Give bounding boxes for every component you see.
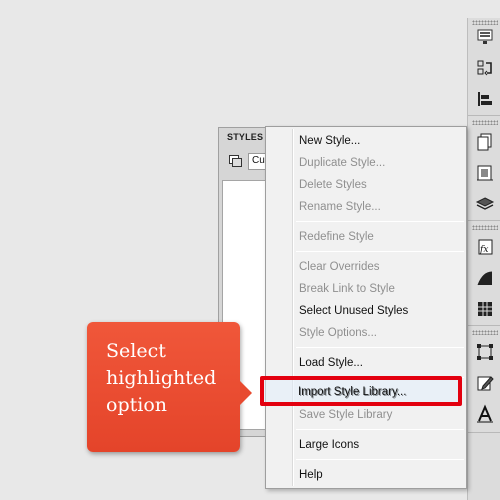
menu-separator [296, 251, 464, 252]
toolbar-grip[interactable] [472, 20, 498, 25]
links-icon[interactable] [475, 163, 495, 183]
layers-icon[interactable] [475, 194, 495, 214]
menu-item-select-unused[interactable]: Select Unused Styles [299, 305, 408, 317]
menu-item-break-link[interactable]: Break Link to Style [299, 283, 395, 295]
toolbar-grip[interactable] [472, 330, 498, 335]
menu-separator [296, 459, 464, 460]
menu-separator [296, 221, 464, 222]
style-type-icon[interactable] [229, 155, 243, 167]
edit-icon[interactable] [475, 373, 495, 393]
display-icon[interactable] [475, 27, 495, 47]
styles-context-menu: New Style... Duplicate Style... Delete S… [265, 126, 467, 489]
align-icon[interactable] [475, 89, 495, 109]
instruction-callout: Select highlighted option [87, 322, 252, 452]
menu-item-help[interactable]: Help [299, 469, 323, 481]
toolbar-grip[interactable] [472, 225, 498, 230]
menu-item-new-style[interactable]: New Style... [299, 135, 360, 147]
callout-text: Select highlighted option [106, 340, 217, 416]
transform-icon[interactable] [475, 58, 495, 78]
highlighted-item-label[interactable]: Import Style Library... [298, 386, 406, 398]
svg-text:fx: fx [479, 245, 488, 255]
right-toolbar: fx [467, 18, 500, 500]
menu-item-style-options[interactable]: Style Options... [299, 327, 377, 339]
panel-title: STYLES [227, 132, 264, 142]
menu-separator [296, 429, 464, 430]
character-icon[interactable] [475, 404, 495, 424]
menu-item-save-style-library[interactable]: Save Style Library [299, 409, 392, 421]
menu-item-duplicate-style[interactable]: Duplicate Style... [299, 157, 385, 169]
transform-box-icon[interactable] [475, 342, 495, 362]
pages-icon[interactable] [475, 132, 495, 152]
effects-icon[interactable]: fx [475, 237, 495, 257]
menu-separator [296, 347, 464, 348]
menu-item-large-icons[interactable]: Large Icons [299, 439, 359, 451]
menu-item-clear-overrides[interactable]: Clear Overrides [299, 261, 380, 273]
toolbar-grip[interactable] [472, 120, 498, 125]
swatches-icon[interactable] [475, 299, 495, 319]
gradient-icon[interactable] [475, 268, 495, 288]
menu-item-rename-style[interactable]: Rename Style... [299, 201, 381, 213]
menu-item-redefine-style[interactable]: Redefine Style [299, 231, 374, 243]
menu-item-load-style[interactable]: Load Style... [299, 357, 363, 369]
menu-item-delete-styles[interactable]: Delete Styles [299, 179, 367, 191]
